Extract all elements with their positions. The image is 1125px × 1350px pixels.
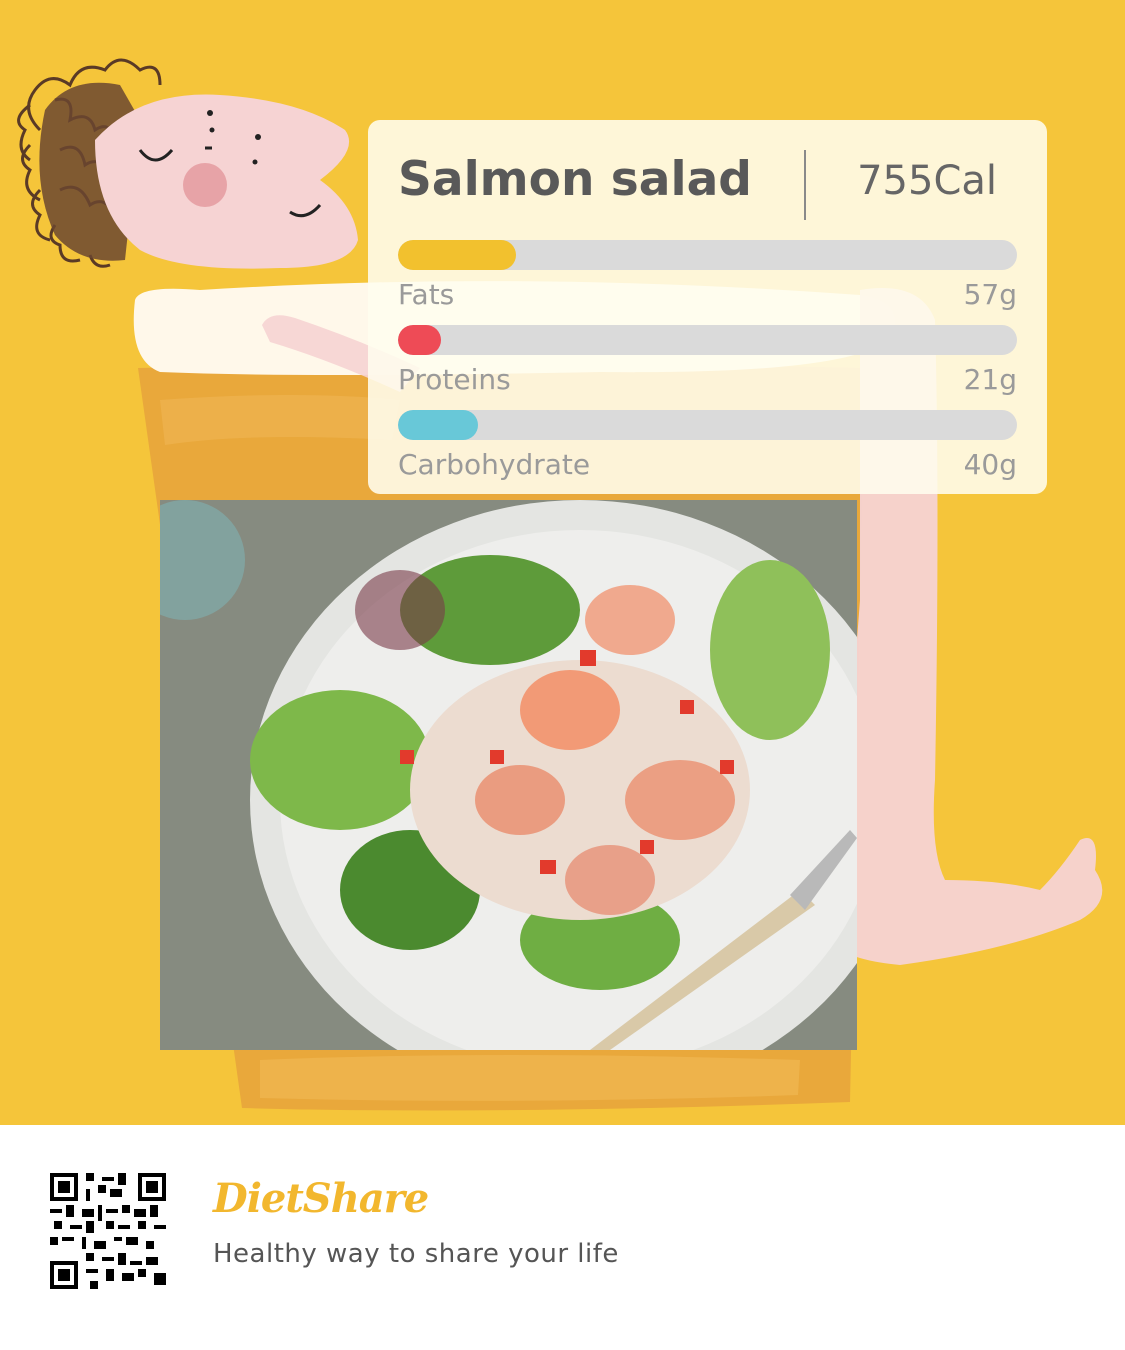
carbohydrate-label: Carbohydrate xyxy=(398,448,591,481)
food-photo xyxy=(160,500,857,1050)
carbohydrate-bar-fill xyxy=(398,410,479,440)
tagline: Healthy way to share your life xyxy=(213,1239,619,1269)
cheek xyxy=(183,163,227,207)
calorie-count: 755Cal xyxy=(857,158,997,204)
fats-bar xyxy=(398,240,1017,270)
fats-value: 57g xyxy=(963,278,1017,311)
fats-label: Fats xyxy=(398,278,455,311)
fats-bar-fill xyxy=(398,240,516,270)
qr-code-icon xyxy=(50,1173,166,1289)
proteins-bar xyxy=(398,325,1017,355)
carbohydrate-value: 40g xyxy=(963,448,1017,481)
salmon-salad-photo xyxy=(160,500,857,1050)
brand-logo: DietShare xyxy=(213,1175,429,1222)
proteins-label: Proteins xyxy=(398,363,511,396)
proteins-value: 21g xyxy=(963,363,1017,396)
share-card-canvas: Salmon salad 755Cal Fats 57g Proteins 21… xyxy=(0,0,1125,1125)
carbohydrate-bar xyxy=(398,410,1017,440)
title-divider xyxy=(804,150,806,220)
nutrition-card: Salmon salad 755Cal Fats 57g Proteins 21… xyxy=(368,120,1047,494)
dish-title: Salmon salad xyxy=(398,152,752,207)
footer: DietShare Healthy way to share your life xyxy=(0,1125,1125,1350)
proteins-bar-fill xyxy=(398,325,442,355)
